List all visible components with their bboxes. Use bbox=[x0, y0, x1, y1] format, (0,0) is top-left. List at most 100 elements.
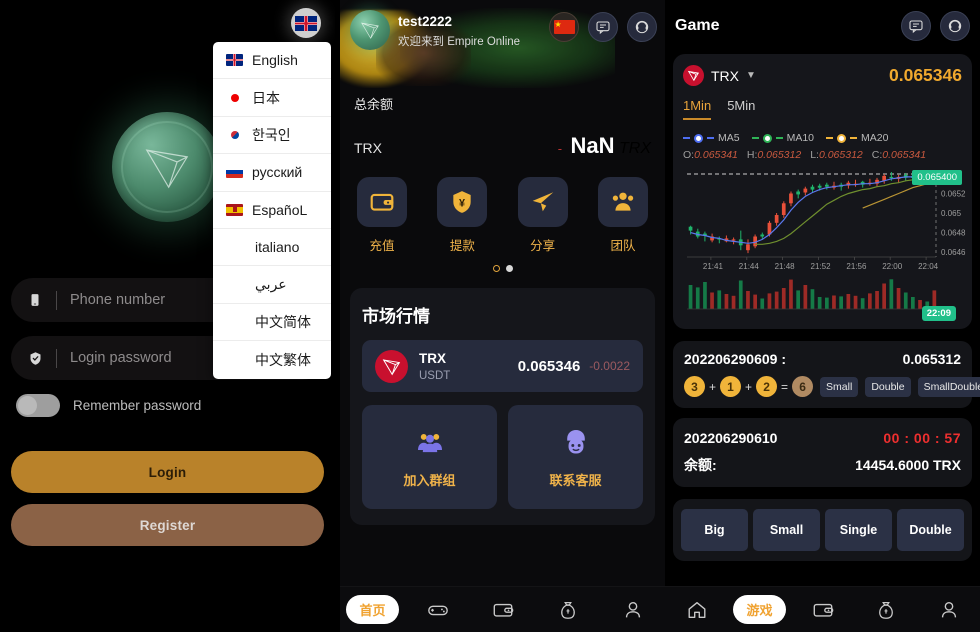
ohlc-open: O:0.065341 bbox=[683, 149, 738, 161]
phone-icon bbox=[27, 293, 43, 307]
uk-flag-icon bbox=[226, 54, 243, 67]
timeframe-tabs: 1Min 5Min bbox=[683, 98, 962, 120]
home-screen: test2222 欢迎来到 Empire Online 总余额 TRX - Na… bbox=[340, 0, 665, 632]
ma5-legend: MA5 bbox=[683, 132, 740, 144]
carousel-dots[interactable] bbox=[340, 265, 665, 272]
home-icon bbox=[688, 601, 705, 618]
uk-flag-icon bbox=[295, 15, 317, 31]
timeframe-5min[interactable]: 5Min bbox=[727, 98, 755, 120]
tab-home[interactable] bbox=[665, 599, 728, 621]
avatar[interactable] bbox=[350, 10, 390, 50]
money-bag-icon bbox=[560, 601, 575, 619]
language-label: 中文繁体 bbox=[255, 351, 311, 368]
tile-label: 加入群组 bbox=[403, 472, 456, 488]
last-result-card: 202206290609 : 0.065312 3 + 1 + 2 = 6 Sm… bbox=[673, 341, 980, 408]
shield-lock-icon bbox=[27, 351, 43, 366]
input-divider bbox=[56, 290, 57, 310]
language-label: 한국인 bbox=[252, 126, 291, 143]
cn-flag-icon[interactable] bbox=[549, 12, 579, 42]
balance-currency: TRX bbox=[354, 140, 382, 156]
tab-wallet[interactable] bbox=[470, 599, 535, 621]
spain-flag-icon bbox=[226, 203, 243, 216]
ohlc-high: H:0.065312 bbox=[746, 149, 802, 161]
language-selector-button[interactable] bbox=[291, 8, 321, 38]
balance-title: 总余额 bbox=[354, 97, 394, 112]
screenshot-stage: English 日本 한국인 русский EspañoL italiano bbox=[0, 0, 980, 632]
tron-glyph-icon bbox=[145, 149, 189, 189]
tab-profile[interactable] bbox=[600, 599, 665, 621]
next-draw-row: 202206290610 00 : 00 : 57 bbox=[684, 430, 961, 446]
tile-join-group[interactable]: 加入群组 bbox=[362, 405, 497, 509]
language-option-english[interactable]: English bbox=[213, 42, 331, 80]
market-coin-pair: USDT bbox=[419, 370, 451, 382]
tile-contact-support[interactable]: 联系客服 bbox=[508, 405, 643, 509]
balance-amount: NaN bbox=[570, 133, 615, 158]
chevron-down-icon: ▼ bbox=[746, 70, 756, 81]
market-price: 0.065346 bbox=[517, 357, 581, 375]
bet-big[interactable]: Big bbox=[681, 509, 748, 551]
tab-home[interactable]: 首页 bbox=[340, 595, 405, 624]
language-option-korean[interactable]: 한국인 bbox=[213, 117, 331, 155]
result-tag-smalldouble: SmallDouble bbox=[917, 376, 980, 397]
svg-text:¥: ¥ bbox=[459, 197, 465, 209]
ma10-legend: MA10 bbox=[751, 132, 814, 144]
home-tiles: 加入群组 联系客服 bbox=[362, 405, 643, 509]
language-label: عربي bbox=[255, 276, 287, 293]
register-button[interactable]: Register bbox=[11, 504, 324, 546]
result-sum: 6 bbox=[792, 376, 814, 397]
login-screen: English 日本 한국인 русский EspañoL italiano bbox=[0, 0, 335, 632]
current-time-tag: 22:09 bbox=[921, 306, 956, 321]
action-share[interactable]: 分享 bbox=[515, 177, 571, 254]
language-option-italian[interactable]: italiano bbox=[213, 229, 331, 267]
support-icon[interactable] bbox=[627, 12, 657, 42]
symbol-selector[interactable]: TRX ▼ bbox=[683, 65, 756, 86]
remember-password-row[interactable]: Remember password bbox=[16, 394, 324, 417]
support-icon[interactable] bbox=[940, 11, 970, 41]
language-option-traditional-chinese[interactable]: 中文繁体 bbox=[213, 341, 331, 378]
wallet-icon bbox=[357, 177, 407, 227]
game-header: Game bbox=[665, 0, 980, 41]
tab-finance[interactable] bbox=[535, 599, 600, 621]
tab-game[interactable]: 游戏 bbox=[728, 595, 791, 624]
language-option-japanese[interactable]: 日本 bbox=[213, 79, 331, 117]
bet-small[interactable]: Small bbox=[753, 509, 820, 551]
language-option-russian[interactable]: русский bbox=[213, 154, 331, 192]
korea-flag-icon bbox=[226, 128, 243, 141]
wallet-icon bbox=[493, 603, 513, 617]
tron-glyph-icon bbox=[361, 22, 379, 39]
game-screen: Game TRX ▼ 0.065346 1Min 5Min MA5 MA10 M… bbox=[665, 0, 980, 632]
remember-password-toggle[interactable] bbox=[16, 394, 60, 417]
language-label: 中文简体 bbox=[255, 313, 311, 330]
chat-icon[interactable] bbox=[588, 12, 618, 42]
tab-finance[interactable] bbox=[854, 599, 917, 621]
carousel-dot-1[interactable] bbox=[492, 265, 500, 272]
input-divider bbox=[56, 348, 57, 368]
language-option-arabic[interactable]: عربي bbox=[213, 266, 331, 304]
action-label: 团队 bbox=[610, 239, 636, 253]
svg-text:21:41: 21:41 bbox=[703, 262, 724, 271]
result-tag-small: Small bbox=[820, 376, 859, 397]
symbol-price: 0.065346 bbox=[889, 65, 962, 85]
timeframe-1min[interactable]: 1Min bbox=[683, 98, 712, 120]
action-label: 提款 bbox=[449, 239, 475, 253]
language-dropdown-menu[interactable]: English 日本 한국인 русский EspañoL italiano bbox=[213, 42, 331, 379]
bet-double[interactable]: Double bbox=[897, 509, 964, 551]
carousel-dot-2[interactable] bbox=[505, 265, 513, 272]
language-option-spanish[interactable]: EspañoL bbox=[213, 192, 331, 229]
candlestick-chart[interactable]: 0.0652 0.065 0.0648 0.0646 21:41 21:44 21:48 21… bbox=[683, 168, 966, 273]
action-label: 分享 bbox=[530, 239, 556, 253]
action-deposit[interactable]: 充值 bbox=[354, 177, 410, 254]
balance-row: 余额: 14454.6000 TRX bbox=[684, 455, 961, 475]
next-draw-id: 202206290610 bbox=[684, 430, 778, 446]
action-withdraw[interactable]: ¥ 提款 bbox=[434, 177, 490, 254]
language-option-simplified-chinese[interactable]: 中文简体 bbox=[213, 304, 331, 342]
bet-single[interactable]: Single bbox=[825, 509, 892, 551]
chat-icon[interactable] bbox=[901, 11, 931, 41]
action-team[interactable]: 团队 bbox=[595, 177, 651, 254]
login-button[interactable]: Login bbox=[11, 451, 324, 493]
tab-game[interactable] bbox=[405, 599, 470, 621]
tab-wallet[interactable] bbox=[791, 599, 854, 621]
market-row-trx[interactable]: TRX USDT 0.065346 -0.0022 bbox=[362, 340, 643, 392]
tab-profile[interactable] bbox=[917, 599, 980, 621]
bet-options: Big Small Single Double bbox=[673, 499, 972, 561]
